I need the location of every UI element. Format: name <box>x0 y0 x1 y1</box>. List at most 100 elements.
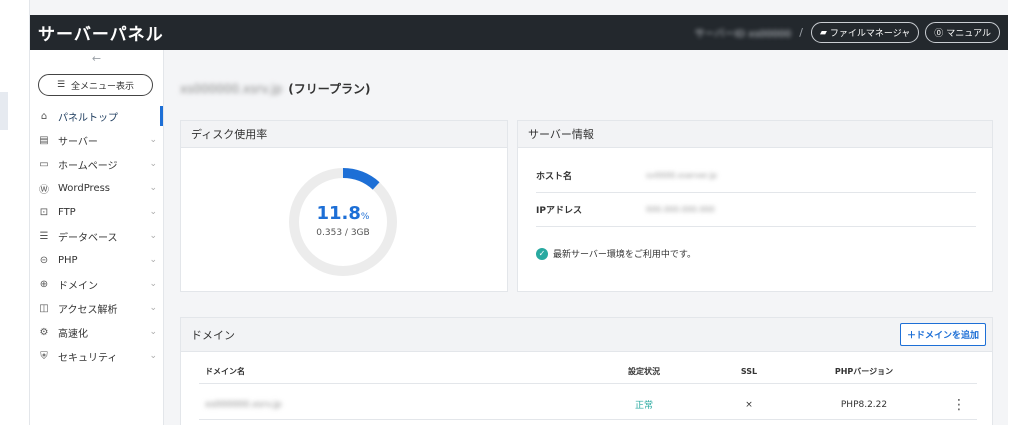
server-panel-app: サーバーパネル サーバーID xs00000 / ▰ ファイルマネージャ ⓪ マ… <box>30 15 1008 425</box>
sidebar-item-label: ホームページ <box>58 160 118 172</box>
chevron-down-icon: ⌄ <box>149 279 157 289</box>
php-icon: ⊝ <box>39 254 49 266</box>
sidebar-nav: ⌂ パネルトップ ▤ サーバー ⌄ ▭ ホームページ ⌄ Ⓦ WordPress ⌄ ⊡ FTP ⌄ ☰ デー… <box>30 104 163 368</box>
plan-label: (フリープラン) <box>288 82 371 96</box>
gutter-mark <box>0 92 8 130</box>
domain-card-title: ドメイン <box>191 328 235 342</box>
server-status: ✓ 最新サーバー環境をご利用中です。 <box>536 247 696 260</box>
chevron-down-icon: ⌄ <box>149 303 157 313</box>
chevron-down-icon: ⌄ <box>149 255 157 265</box>
current-domain: xs000000.xsrv.jp <box>180 81 283 96</box>
shield-icon: ⛨ <box>40 350 48 362</box>
domain-php-cell: PHP8.2.22 <box>840 399 888 410</box>
page-title: xs000000.xsrv.jp (フリープラン) <box>180 80 370 97</box>
ip-label: IPアドレス <box>536 206 582 216</box>
server-status-text: 最新サーバー環境をご利用中です。 <box>553 250 697 260</box>
sidebar: ← ☰ 全メニュー表示 ⌂ パネルトップ ▤ サーバー ⌄ ▭ ホームページ ⌄ Ⓦ WordPr… <box>30 50 164 425</box>
top-bar: サーバーパネル サーバーID xs00000 / ▰ ファイルマネージャ ⓪ マ… <box>30 15 1008 50</box>
col-status: 設定状況 <box>628 367 660 376</box>
account-id: サーバーID xs00000 <box>694 29 792 40</box>
sidebar-item[interactable]: Ⓦ WordPress ⌄ <box>30 176 163 200</box>
domain-table-header: ドメイン名 設定状況 SSL PHPバージョン <box>199 360 977 384</box>
all-menu-label: 全メニュー表示 <box>71 81 135 92</box>
menu-icon: ☰ <box>56 80 66 90</box>
host-label: ホスト名 <box>536 172 573 182</box>
chevron-down-icon: ⌄ <box>149 231 157 241</box>
chevron-down-icon: ⌄ <box>149 159 157 169</box>
gauge-text: 11.8% 0.353 / 3GB <box>288 203 398 238</box>
disk-usage-detail: 0.353 / 3GB <box>316 228 370 238</box>
sidebar-item[interactable]: ▤ サーバー ⌄ <box>30 128 163 152</box>
sidebar-item-label: パネルトップ <box>58 112 118 124</box>
file-manager-button[interactable]: ▰ ファイルマネージャ <box>810 22 920 43</box>
disk-usage-card: ディスク使用率 11.8% 0.353 / 3GB <box>180 120 508 292</box>
chevron-down-icon: ⌄ <box>149 183 157 193</box>
check-icon: ✓ <box>536 247 548 260</box>
host-value: sv0000.xserver.jp <box>646 171 717 180</box>
domain-name-cell[interactable]: xs000000.xsrv.jp <box>205 390 282 419</box>
sidebar-item[interactable]: ⚙ 高速化 ⌄ <box>30 320 163 344</box>
window-icon: ▭ <box>39 158 49 170</box>
chevron-down-icon: ⌄ <box>149 351 157 361</box>
sidebar-item[interactable]: ⊝ PHP ⌄ <box>30 248 163 272</box>
chevron-down-icon: ⌄ <box>149 327 157 337</box>
disk-usage-title: ディスク使用率 <box>181 121 507 148</box>
ip-value: 000.000.000.000 <box>646 205 715 214</box>
help-icon: ⓪ <box>934 29 944 39</box>
disk-percent: 11.8% <box>316 203 370 224</box>
domain-status-cell: 正常 <box>634 401 653 411</box>
server-icon: ▤ <box>39 134 49 146</box>
row-menu-icon[interactable]: ⋮ <box>949 390 969 419</box>
domain-card-header: ドメイン ＋ドメインを追加 <box>181 318 992 352</box>
col-php-version: PHPバージョン <box>834 367 894 376</box>
domain-ssl-cell: × <box>745 399 753 410</box>
sidebar-item-label: FTP <box>58 206 76 218</box>
sidebar-item[interactable]: ⛨ セキュリティ ⌄ <box>30 344 163 368</box>
chevron-down-icon: ⌄ <box>149 135 157 145</box>
sidebar-item-label: アクセス解析 <box>58 304 118 316</box>
manual-button[interactable]: ⓪ マニュアル <box>925 22 1000 43</box>
app-title: サーバーパネル <box>38 25 164 45</box>
monitor-icon: ⊡ <box>39 206 49 218</box>
sidebar-item[interactable]: ⊡ FTP ⌄ <box>30 200 163 224</box>
all-menu-button[interactable]: ☰ 全メニュー表示 <box>38 74 153 96</box>
host-row: ホスト名 sv0000.xserver.jp <box>536 159 976 193</box>
chevron-down-icon: ⌄ <box>149 207 157 217</box>
sidebar-item-label: セキュリティ <box>58 352 118 364</box>
sidebar-item-label: 高速化 <box>58 328 88 340</box>
server-info-card: サーバー情報 ホスト名 sv0000.xserver.jp IPアドレス 000… <box>517 120 993 292</box>
collapse-sidebar-button[interactable]: ← <box>30 50 163 68</box>
sidebar-item-label: ドメイン <box>58 280 98 292</box>
col-domain-name: ドメイン名 <box>205 367 245 376</box>
globe-icon: ⊕ <box>39 278 49 290</box>
left-gutter <box>0 0 30 425</box>
speed-icon: ⚙ <box>39 326 49 338</box>
main-content: xs000000.xsrv.jp (フリープラン) ディスク使用率 11.8% … <box>180 50 995 425</box>
ip-row: IPアドレス 000.000.000.000 <box>536 193 976 227</box>
sidebar-item-label: サーバー <box>58 136 98 148</box>
file-manager-label: ファイルマネージャ <box>829 29 911 39</box>
sidebar-item-label: PHP <box>58 254 78 266</box>
server-info-title: サーバー情報 <box>518 121 992 148</box>
sidebar-item-label: WordPress <box>58 182 111 194</box>
sidebar-item[interactable]: ☰ データベース ⌄ <box>30 224 163 248</box>
home-icon: ⌂ <box>40 110 48 122</box>
right-gutter <box>1008 0 1024 425</box>
top-right: サーバーID xs00000 / ▰ ファイルマネージャ ⓪ マニュアル <box>695 22 1000 43</box>
sidebar-item-label: データベース <box>58 232 118 244</box>
table-row: xs000000.xsrv.jp 正常 × PHP8.2.22 ⋮ <box>199 390 977 420</box>
domain-card: ドメイン ＋ドメインを追加 ドメイン名 設定状況 SSL PHPバージョン xs… <box>180 317 993 425</box>
sidebar-item[interactable]: ◫ アクセス解析 ⌄ <box>30 296 163 320</box>
folder-icon: ▰ <box>819 27 827 38</box>
sidebar-item[interactable]: ⌂ パネルトップ <box>30 104 163 128</box>
manual-label: マニュアル <box>946 29 991 39</box>
add-domain-button[interactable]: ＋ドメインを追加 <box>899 323 986 346</box>
disk-gauge: 11.8% 0.353 / 3GB <box>288 167 398 277</box>
chart-icon: ◫ <box>39 302 49 314</box>
wordpress-icon: Ⓦ <box>39 184 49 196</box>
separator: / <box>799 26 803 39</box>
col-ssl: SSL <box>740 367 758 376</box>
database-icon: ☰ <box>39 230 49 242</box>
sidebar-item[interactable]: ▭ ホームページ ⌄ <box>30 152 163 176</box>
sidebar-item[interactable]: ⊕ ドメイン ⌄ <box>30 272 163 296</box>
